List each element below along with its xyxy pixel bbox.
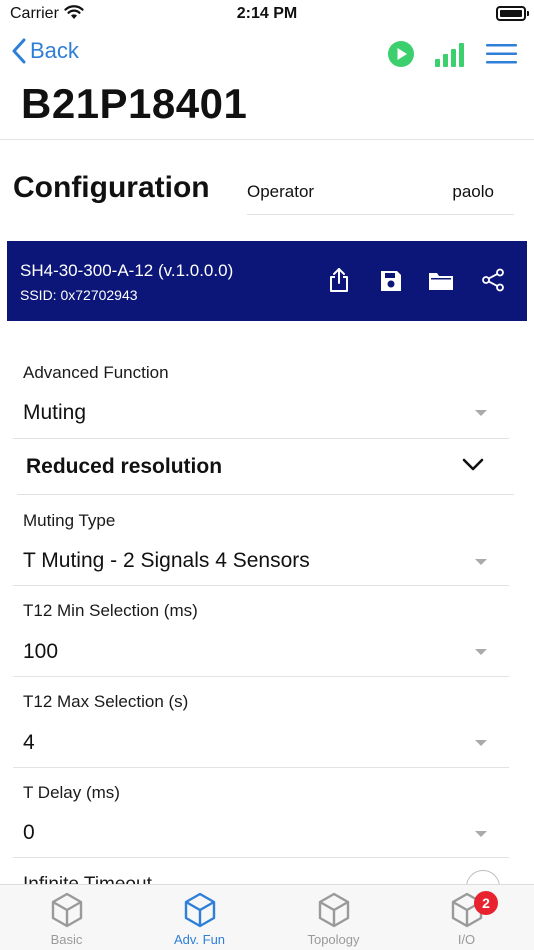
cube-icon (318, 892, 349, 928)
row-divider (13, 676, 509, 677)
tab-io[interactable]: 2 I/O (400, 885, 533, 950)
t-delay-label: T Delay (ms) (23, 783, 120, 802)
page-title: B21P18401 (21, 80, 248, 127)
t12-min-select[interactable]: 100 (23, 640, 58, 664)
tab-label: Basic (50, 932, 83, 947)
chevron-down-icon[interactable] (462, 458, 484, 472)
share-icon[interactable] (481, 268, 505, 292)
operator-label: Operator (247, 182, 315, 201)
tab-label: Adv. Fun (173, 932, 226, 947)
t12-max-select[interactable]: 4 (23, 731, 35, 755)
section-title: Configuration (13, 171, 210, 204)
signal-icon[interactable] (435, 43, 467, 67)
advanced-function-select[interactable]: Muting (23, 401, 86, 425)
battery-icon (496, 6, 529, 21)
device-name: SH4-30-300-A-12 (v.1.0.0.0) (20, 261, 234, 280)
chevron-down-icon[interactable] (475, 649, 487, 655)
row-divider (13, 438, 509, 439)
cube-icon (184, 892, 215, 928)
device-ssid: SSID: 0x72702943 (20, 287, 138, 303)
cube-icon (51, 892, 82, 928)
save-icon[interactable] (379, 269, 403, 293)
operator-divider (247, 214, 514, 215)
tab-adv-fun[interactable]: Adv. Fun (133, 885, 266, 950)
t12-max-label: T12 Max Selection (s) (23, 692, 189, 711)
tab-label: Topology (307, 932, 360, 947)
tab-basic[interactable]: Basic (0, 885, 133, 950)
header-divider (0, 139, 534, 140)
device-card: SH4-30-300-A-12 (v.1.0.0.0) SSID: 0x7270… (7, 241, 527, 321)
reduced-resolution-header[interactable]: Reduced resolution (26, 455, 222, 479)
t12-min-label: T12 Min Selection (ms) (23, 601, 198, 620)
row-divider (13, 767, 509, 768)
row-divider (13, 857, 509, 858)
folder-icon[interactable] (428, 270, 454, 292)
t-delay-select[interactable]: 0 (23, 821, 35, 845)
chevron-left-icon (12, 38, 26, 64)
export-icon[interactable] (329, 267, 349, 293)
play-icon[interactable] (387, 40, 415, 68)
chevron-down-icon[interactable] (475, 410, 487, 416)
nav-bar: Back (0, 36, 534, 76)
operator-value: paolo (452, 182, 494, 201)
back-button[interactable]: Back (12, 38, 79, 64)
row-divider (17, 494, 514, 495)
muting-type-label: Muting Type (23, 511, 116, 530)
chevron-down-icon[interactable] (475, 559, 487, 565)
status-bar: Carrier 2:14 PM (0, 0, 534, 28)
chevron-down-icon[interactable] (475, 831, 487, 837)
tab-bar: Basic Adv. Fun Topology 2 I/O (0, 884, 534, 950)
row-divider (13, 585, 509, 586)
chevron-down-icon[interactable] (475, 740, 487, 746)
advanced-function-label: Advanced Function (23, 363, 169, 382)
menu-icon[interactable] (486, 43, 518, 65)
muting-type-select[interactable]: T Muting - 2 Signals 4 Sensors (23, 549, 310, 573)
back-label: Back (30, 38, 79, 63)
status-time: 2:14 PM (236, 5, 298, 22)
tab-topology[interactable]: Topology (267, 885, 400, 950)
notification-badge: 2 (474, 891, 498, 915)
tab-label: I/O (457, 932, 476, 947)
